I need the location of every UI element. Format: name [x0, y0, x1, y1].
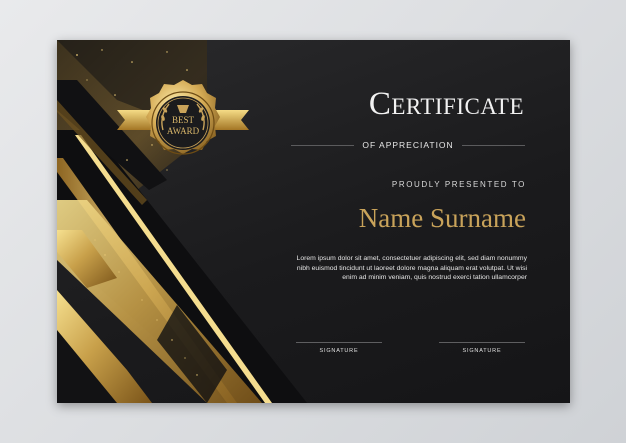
recipient-name: Name Surname	[358, 203, 526, 233]
badge-text-line2: AWARD	[167, 126, 200, 136]
medal-icon: BEST AWARD	[146, 80, 220, 155]
subtitle-row: OF APPRECIATION	[291, 139, 526, 151]
description-text: Lorem ipsum dolor sit amet, consectetuer…	[296, 255, 527, 282]
certificate-title: Certificate	[368, 86, 524, 122]
divider-line-left	[291, 144, 355, 146]
certificate-card: BEST AWARD Certificate OF APPRECIATION P…	[57, 40, 570, 403]
signature-block-1: SIGNATURE	[296, 342, 382, 354]
signature-label: SIGNATURE	[319, 348, 359, 354]
signature-line	[296, 342, 382, 343]
signature-line	[439, 342, 525, 343]
signature-block-2: SIGNATURE	[439, 342, 525, 354]
divider-line-right	[461, 144, 526, 146]
certificate-subtitle: OF APPRECIATION	[362, 140, 454, 150]
badge-text-line1: BEST	[172, 115, 195, 125]
presented-to-label: PROUDLY PRESENTED TO	[391, 180, 526, 189]
signature-label: SIGNATURE	[462, 348, 502, 354]
best-award-badge: BEST AWARD	[117, 80, 249, 155]
